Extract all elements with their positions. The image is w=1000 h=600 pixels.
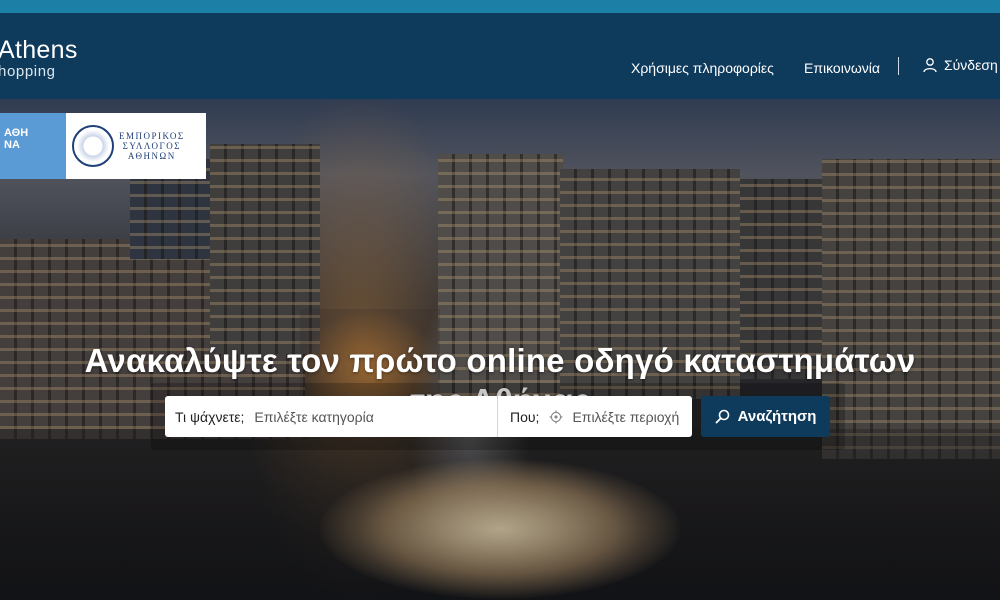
brand-title: Athens (0, 36, 78, 64)
brand-subtitle: hopping (0, 63, 56, 80)
athina-logo-text: ΑΘΗ ΝΑ (4, 127, 29, 151)
esa-logo-text: ΕΜΠΟΡΙΚΟΣ ΣΥΛΛΟΓΟΣ ΑΘΗΝΩΝ (119, 131, 185, 161)
login-link[interactable]: Σύνδεση (922, 57, 998, 73)
login-label: Σύνδεση (944, 57, 998, 73)
category-value: Επιλέξτε κατηγορία (254, 408, 374, 425)
search-button[interactable]: Αναζήτηση (701, 396, 830, 437)
nav-contact[interactable]: Επικοινωνία (804, 60, 880, 76)
esa-seal-icon (72, 125, 114, 167)
location-icon (549, 410, 563, 423)
category-label: Τι ψάχνετε; (175, 408, 245, 425)
site-header: Athens hopping Χρήσιμες πληροφορίες Επικ… (0, 13, 1000, 99)
user-icon (923, 58, 937, 73)
search-icon (715, 409, 729, 424)
area-label: Που; (510, 408, 540, 425)
athina-logo: ΑΘΗ ΝΑ (0, 113, 66, 179)
partner-logos: ΑΘΗ ΝΑ ΕΜΠΟΡΙΚΟΣ ΣΥΛΛΟΓΟΣ ΑΘΗΝΩΝ (0, 113, 206, 179)
area-select[interactable]: Που; Επιλέξτε περιοχή (497, 396, 692, 437)
category-select[interactable]: Τι ψάχνετε; Επιλέξτε κατηγορία (165, 396, 497, 437)
nav-useful-info[interactable]: Χρήσιμες πληροφορίες (631, 60, 774, 76)
esa-logo: ΕΜΠΟΡΙΚΟΣ ΣΥΛΛΟΓΟΣ ΑΘΗΝΩΝ (66, 113, 206, 179)
hero-banner: ΑΘΗ ΝΑ ΕΜΠΟΡΙΚΟΣ ΣΥΛΛΟΓΟΣ ΑΘΗΝΩΝ Ανακαλύ… (0, 99, 1000, 600)
hero-headline-line1: Ανακαλύψτε τον πρώτο online οδηγό καταστ… (84, 342, 916, 379)
nav-divider (898, 57, 899, 75)
brand-logo[interactable]: Athens hopping (0, 37, 78, 81)
top-strip (0, 0, 1000, 13)
search-button-label: Αναζήτηση (737, 408, 817, 425)
area-value: Επιλέξτε περιοχή (572, 408, 680, 425)
